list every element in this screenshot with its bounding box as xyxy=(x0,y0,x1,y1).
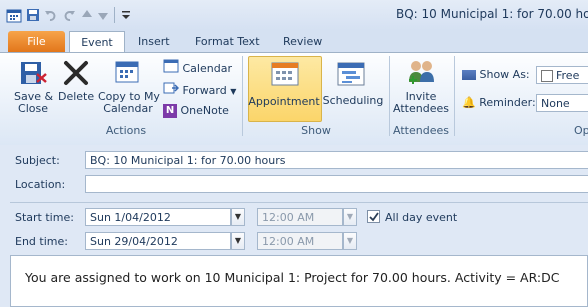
customize-toolbar-icon[interactable] xyxy=(120,8,134,22)
reminder-label-row: 🔔 Reminder: xyxy=(462,94,536,112)
down-arrow-icon[interactable] xyxy=(96,8,110,22)
free-swatch-icon xyxy=(541,70,553,82)
tab-file[interactable]: File xyxy=(8,31,65,52)
save-close-icon xyxy=(18,58,52,91)
appointment-icon xyxy=(270,60,300,91)
redo-icon[interactable] xyxy=(62,8,76,22)
all-day-checkbox[interactable] xyxy=(367,210,380,223)
reminder-select[interactable]: None xyxy=(536,94,588,112)
up-arrow-icon[interactable] xyxy=(80,8,94,22)
scheduling-icon xyxy=(336,60,384,91)
calendar-button[interactable]: Calendar xyxy=(163,58,232,76)
body-text: You are assigned to work on 10 Municipal… xyxy=(25,270,560,285)
delete-label: Delete xyxy=(58,90,95,103)
all-day-label: All day event xyxy=(385,211,458,224)
forward-label: Forward xyxy=(182,84,227,97)
tab-event[interactable]: Event xyxy=(69,31,125,53)
show-as-icon xyxy=(462,70,476,80)
calendar-icon xyxy=(163,58,179,80)
location-label: Location: xyxy=(15,178,66,191)
onenote-label: OneNote xyxy=(180,104,229,117)
attendees-group-label: Attendees xyxy=(393,124,449,137)
copy-to-calendar-button[interactable]: Copy to My Calendar xyxy=(98,58,160,120)
end-date-input[interactable]: Sun 29/04/2012 xyxy=(85,232,231,250)
copy-calendar-label: Copy to My Calendar xyxy=(98,90,160,115)
save-close-button[interactable]: Save & Close xyxy=(14,58,54,120)
tab-format-text[interactable]: Format Text xyxy=(195,31,260,52)
onenote-button[interactable]: N OneNote xyxy=(163,102,229,120)
tab-insert[interactable]: Insert xyxy=(138,31,170,52)
scheduling-button[interactable]: Scheduling xyxy=(322,56,384,120)
checkmark-icon xyxy=(369,212,379,222)
delete-x-icon xyxy=(61,58,94,91)
group-separator xyxy=(389,56,390,136)
subject-input[interactable]: BQ: 10 Municipal 1: for 70.00 hours xyxy=(85,151,588,169)
end-time-label: End time: xyxy=(15,235,68,248)
scheduling-label: Scheduling xyxy=(322,94,384,107)
show-as-label-row: Show As: xyxy=(462,66,530,84)
reminder-label: Reminder: xyxy=(479,96,536,109)
start-date-input[interactable]: Sun 1/04/2012 xyxy=(85,208,231,226)
invite-attendees-icon xyxy=(406,58,450,91)
delete-button[interactable]: Delete xyxy=(58,58,94,108)
show-as-label: Show As: xyxy=(479,68,530,81)
calendar-label: Calendar xyxy=(182,62,232,75)
chevron-down-icon: ▼ xyxy=(230,87,237,96)
undo-icon[interactable] xyxy=(44,8,58,22)
forward-icon xyxy=(163,80,180,102)
end-date-dropdown[interactable]: ▼ xyxy=(231,232,245,250)
end-time-dropdown: ▼ xyxy=(343,232,357,250)
bell-icon: 🔔 xyxy=(462,96,476,109)
show-as-value: Free xyxy=(556,69,580,82)
options-group-label: Op xyxy=(574,124,588,137)
divider xyxy=(10,202,588,203)
appointment-label: Appointment xyxy=(248,95,320,108)
toolbar-divider xyxy=(114,7,115,23)
end-time-input: 12:00 AM xyxy=(257,232,343,250)
save-icon[interactable] xyxy=(26,8,40,22)
window-title: BQ: 10 Municipal 1: for 70.00 hours xyxy=(396,7,588,21)
forward-button[interactable]: Forward ▼ xyxy=(163,80,236,98)
group-separator xyxy=(454,56,455,136)
copy-calendar-icon xyxy=(112,58,158,91)
actions-group-label: Actions xyxy=(105,124,147,137)
start-time-label: Start time: xyxy=(15,211,74,224)
onenote-icon: N xyxy=(163,104,177,118)
invite-attendees-label: Invite Attendees xyxy=(393,90,449,115)
start-time-dropdown: ▼ xyxy=(343,208,357,226)
start-time-input: 12:00 AM xyxy=(257,208,343,226)
invite-attendees-button[interactable]: Invite Attendees xyxy=(392,56,450,120)
tab-review[interactable]: Review xyxy=(283,31,322,52)
location-input[interactable] xyxy=(85,175,588,193)
subject-label: Subject: xyxy=(15,154,60,167)
group-separator xyxy=(242,56,243,136)
show-group-label: Show xyxy=(301,124,331,137)
outlook-calendar-icon[interactable] xyxy=(6,8,22,23)
start-date-dropdown[interactable]: ▼ xyxy=(231,208,245,226)
show-as-select[interactable]: Free xyxy=(536,66,588,84)
save-close-label: Save & Close xyxy=(14,90,54,115)
